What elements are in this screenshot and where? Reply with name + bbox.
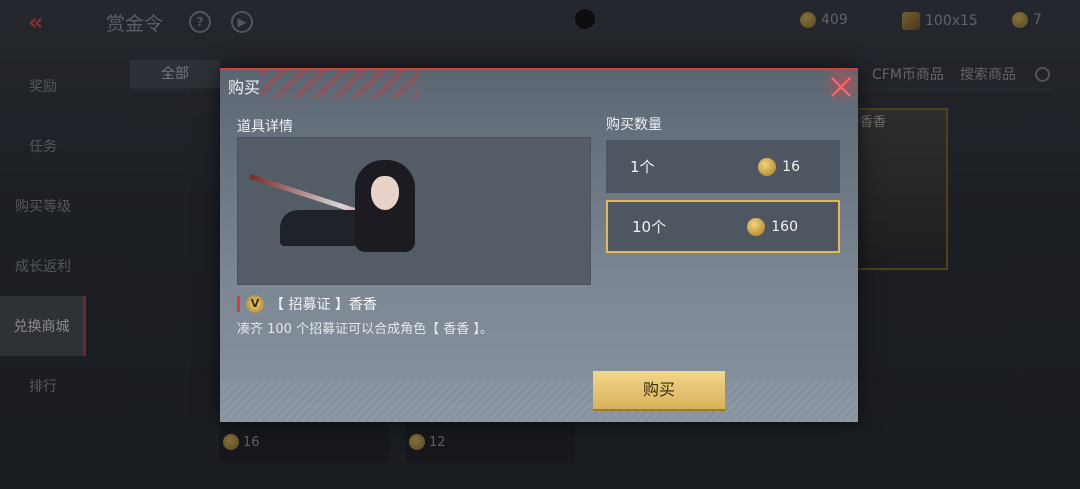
item-description: 凑齐 100 个招募证可以合成角色【 香香 】。: [237, 322, 493, 337]
purchase-dialog: 购买 道具详情 购买数量 V 【 招募证 】香香 凑齐 100 个招募证可以合成…: [220, 68, 858, 422]
header-stripes: [260, 70, 420, 98]
buy-button[interactable]: 购买: [593, 371, 725, 409]
accent-bar: [237, 295, 240, 312]
price-value: 160: [771, 218, 798, 235]
rank-badge-icon: V: [246, 294, 264, 313]
option-qty: 1个: [630, 158, 655, 176]
details-label: 道具详情: [237, 119, 293, 135]
item-name: 【 招募证 】香香: [270, 296, 377, 313]
option-price: 160: [747, 217, 798, 236]
character-portrait: [355, 160, 415, 252]
coin-icon: [758, 157, 777, 176]
quantity-option-1[interactable]: 1个 16: [606, 140, 840, 193]
item-preview-image: [237, 137, 591, 285]
character-face: [371, 176, 399, 210]
option-qty: 10个: [632, 218, 667, 236]
footer-stripes: [220, 382, 858, 422]
quantity-label: 购买数量: [606, 117, 662, 133]
dialog-title: 购买: [228, 78, 261, 97]
option-price: 16: [758, 157, 800, 176]
price-value: 16: [782, 158, 800, 175]
close-icon[interactable]: [820, 70, 858, 104]
item-name-row: V 【 招募证 】香香: [237, 294, 591, 314]
quantity-option-10[interactable]: 10个 160: [606, 200, 840, 253]
coin-icon: [747, 217, 766, 236]
